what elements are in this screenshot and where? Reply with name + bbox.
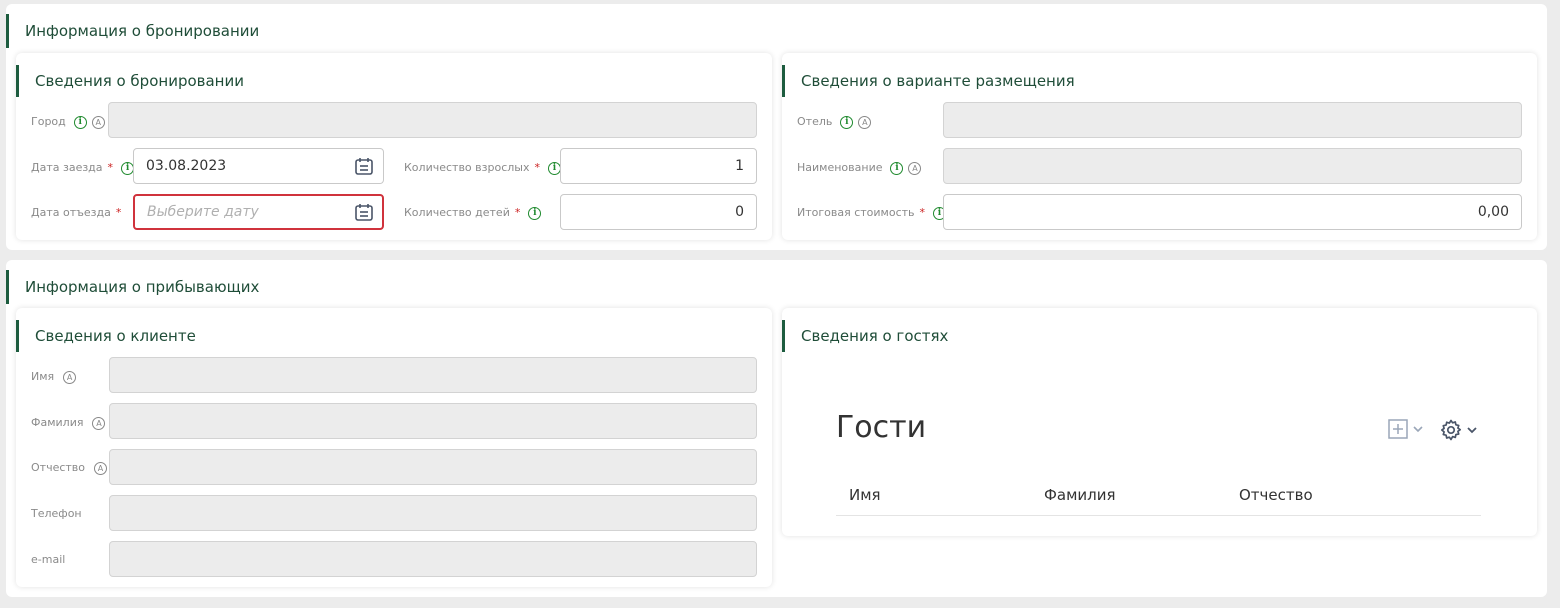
calendar-icon[interactable] <box>354 156 374 176</box>
checkout-label: Дата отъезда * <box>31 206 122 219</box>
card-title-client: Сведения о клиенте <box>16 320 196 352</box>
city-field <box>108 102 757 138</box>
total-cost-label: Итоговая стоимость * i <box>797 203 947 223</box>
email-field <box>109 541 757 577</box>
column-header-last-name[interactable]: Фамилия <box>1044 486 1116 504</box>
middle-name-label: Отчество A <box>31 458 108 478</box>
checkout-date-placeholder: Выберите дату <box>147 204 259 220</box>
auto-fill-icon: A <box>92 416 106 430</box>
add-icon <box>1388 419 1408 439</box>
accommodation-card: Сведения о варианте размещения Отель i A… <box>782 53 1537 240</box>
children-label: Количество детей * i <box>404 203 542 223</box>
gear-icon <box>1440 419 1462 441</box>
total-cost-field[interactable]: 0,00 <box>943 194 1522 230</box>
add-guest-button[interactable] <box>1387 418 1425 440</box>
guests-grid-title: Гости <box>836 410 927 445</box>
chevron-down-icon <box>1467 427 1477 434</box>
email-label: e-mail <box>31 553 66 566</box>
info-icon[interactable]: i <box>890 161 904 175</box>
hotel-field <box>943 102 1522 138</box>
info-icon[interactable]: i <box>73 115 87 129</box>
phone-label: Телефон <box>31 507 82 520</box>
last-name-label: Фамилия A <box>31 413 106 433</box>
auto-fill-icon: A <box>94 461 108 475</box>
auto-fill-icon: A <box>63 370 77 384</box>
grid-settings-button[interactable] <box>1439 418 1479 442</box>
card-title-guests: Сведения о гостях <box>782 320 948 352</box>
adults-label: Количество взрослых * i <box>404 158 561 178</box>
phone-field <box>109 495 757 531</box>
grid-header-divider <box>836 515 1481 516</box>
column-header-first-name[interactable]: Имя <box>849 486 881 504</box>
card-title-accommodation: Сведения о варианте размещения <box>782 65 1075 97</box>
column-header-middle-name[interactable]: Отчество <box>1239 486 1313 504</box>
auto-fill-icon: A <box>91 115 105 129</box>
auto-fill-icon: A <box>858 115 872 129</box>
section-title-booking: Информация о бронировании <box>6 14 259 48</box>
last-name-field <box>109 403 757 439</box>
booking-details-card: Сведения о бронировании Город i A Дата з… <box>16 53 772 240</box>
checkin-date-field[interactable]: 03.08.2023 <box>133 148 384 184</box>
card-title-booking-details: Сведения о бронировании <box>16 65 244 97</box>
city-label: Город i A <box>31 112 105 132</box>
children-count-field[interactable]: 0 <box>560 194 757 230</box>
calendar-icon[interactable] <box>354 202 374 222</box>
info-icon[interactable]: i <box>840 115 854 129</box>
first-name-field <box>109 357 757 393</box>
adults-count-field[interactable]: 1 <box>560 148 757 184</box>
info-icon[interactable]: i <box>528 206 542 220</box>
chevron-down-icon <box>1413 426 1423 433</box>
first-name-label: Имя A <box>31 367 77 387</box>
hotel-label: Отель i A <box>797 112 872 132</box>
arrivals-info-section: Информация о прибывающих Сведения о клие… <box>6 260 1547 597</box>
checkin-date-value: 03.08.2023 <box>146 158 227 174</box>
booking-info-section: Информация о бронировании Сведения о бро… <box>6 4 1547 250</box>
checkout-date-field[interactable]: Выберите дату <box>133 194 384 230</box>
section-title-arrivals: Информация о прибывающих <box>6 270 259 304</box>
accommodation-name-label: Наименование i A <box>797 158 922 178</box>
guests-card: Сведения о гостях Гости Имя Фамилия Отче… <box>782 308 1537 536</box>
client-card: Сведения о клиенте Имя A Фамилия A Отчес… <box>16 308 772 587</box>
accommodation-name-field <box>943 148 1522 184</box>
middle-name-field <box>109 449 757 485</box>
checkin-label: Дата заезда * i <box>31 158 135 178</box>
auto-fill-icon: A <box>908 161 922 175</box>
